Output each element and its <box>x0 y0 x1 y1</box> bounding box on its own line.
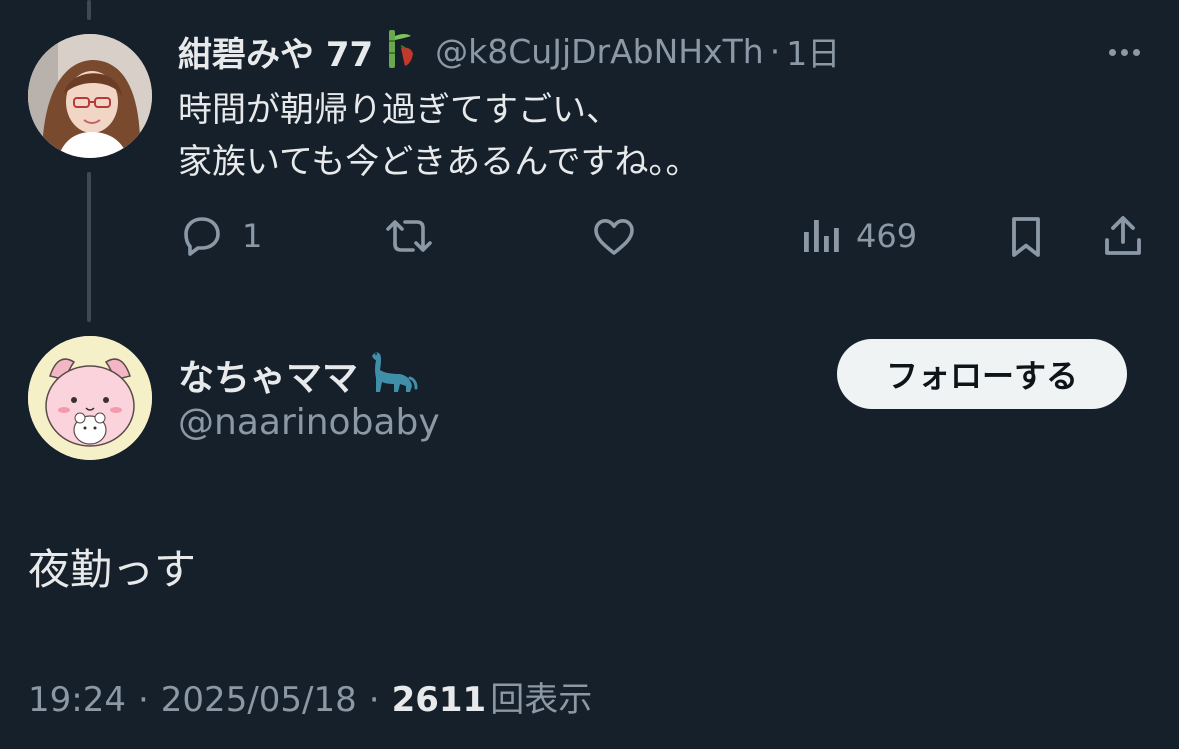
views-button[interactable]: 469 <box>800 214 917 258</box>
bamboo-chili-icon <box>381 28 421 74</box>
separator-dot: · <box>769 31 781 71</box>
meta-separator-2: · <box>368 680 380 720</box>
tweet-date[interactable]: 2025/05/18 <box>161 680 357 720</box>
parent-handle[interactable]: @k8CuJjDrAbNHxTh <box>435 32 764 71</box>
reply-button[interactable]: 1 <box>178 214 262 258</box>
view-count: 469 <box>856 217 918 255</box>
analytics-icon <box>804 220 839 252</box>
share-icon <box>1105 216 1141 255</box>
parent-timestamp[interactable]: 1日 <box>786 27 840 75</box>
heart-icon <box>594 219 634 255</box>
author-display-name[interactable]: なちゃママ <box>178 349 358 401</box>
reply-icon <box>184 217 220 256</box>
author-handle[interactable]: @naarinobaby <box>178 402 440 443</box>
bookmark-icon <box>1012 217 1040 257</box>
tweet-text: 夜勤っす <box>28 545 197 594</box>
tweet-view-label: 回表示 <box>490 680 593 720</box>
tweet-meta: 19:24 · 2025/05/18 · 2611 回表示 <box>28 672 592 721</box>
share-button[interactable] <box>1100 212 1146 260</box>
parent-text-line1: 時間が朝帰り過ぎてすごい、 <box>178 90 620 130</box>
retweet-button[interactable] <box>382 214 452 258</box>
thread-line-top <box>87 0 91 20</box>
like-button[interactable] <box>590 214 654 258</box>
tweet-time[interactable]: 19:24 <box>28 680 126 720</box>
action-bar: 1 469 <box>0 206 1179 262</box>
parent-tweet-text: 時間が朝帰り過ぎてすごい、 家族いても今どきあるんですね。。 <box>178 84 700 188</box>
retweet-icon <box>386 220 432 252</box>
follow-button[interactable]: フォローする <box>837 339 1127 409</box>
parent-author-row: 紺碧みや 77 @k8CuJjDrAbNHxTh · 1日 <box>178 26 840 76</box>
parent-display-name[interactable]: 紺碧みや 77 <box>178 27 373 76</box>
sauropod-icon <box>366 348 418 402</box>
reply-count: 1 <box>242 217 263 255</box>
author-row: なちゃママ <box>178 350 418 400</box>
parent-text-line2: 家族いても今どきあるんですね。。 <box>178 142 700 182</box>
author-avatar[interactable] <box>28 336 152 460</box>
more-options-icon[interactable] <box>1100 40 1148 64</box>
meta-separator-1: · <box>137 680 149 720</box>
bookmark-button[interactable] <box>1004 214 1048 260</box>
tweet-view-count[interactable]: 2611 <box>392 680 487 720</box>
parent-avatar[interactable] <box>28 34 152 158</box>
